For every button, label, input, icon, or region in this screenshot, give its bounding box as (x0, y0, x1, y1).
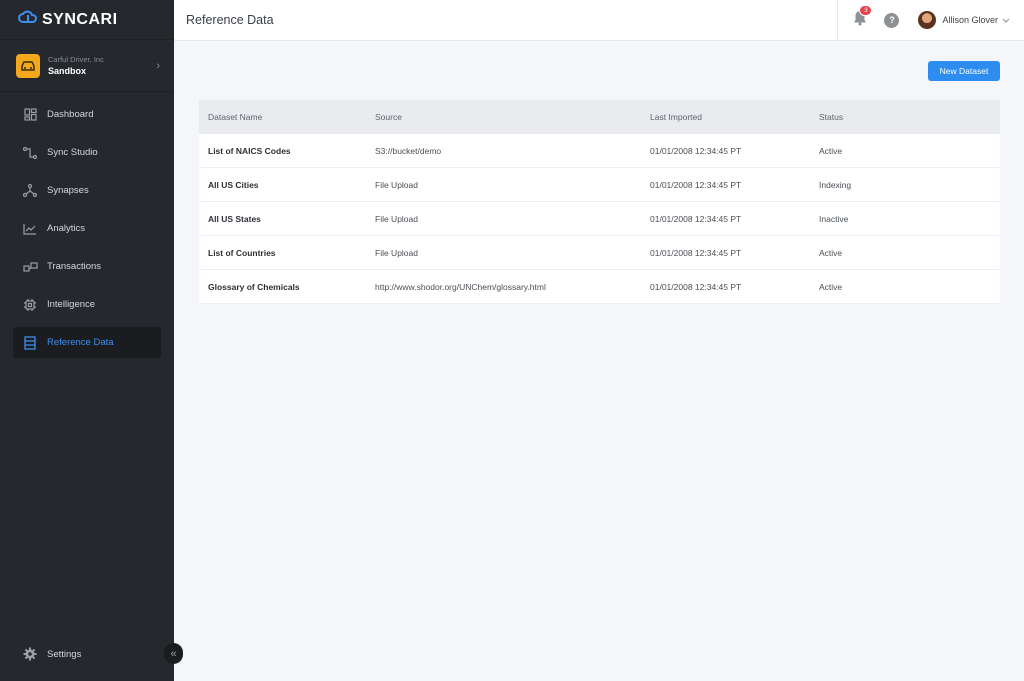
dataset-source: File Upload (375, 179, 418, 190)
status: Active (819, 145, 843, 156)
column-header[interactable]: Status (819, 112, 1000, 122)
table-row[interactable]: Glossary of Chemicals http://www.shodor.… (199, 270, 1000, 304)
last-imported: 01/01/2008 12:34:45 PT (650, 145, 742, 156)
new-dataset-button[interactable]: New Dataset (928, 61, 1000, 81)
dataset-name[interactable]: List of NAICS Codes (199, 146, 375, 156)
last-imported: 01/01/2008 12:34:45 PT (650, 179, 742, 190)
sidebar-item-settings[interactable]: Settings (13, 641, 161, 667)
sidebar-item-transactions[interactable]: Transactions (13, 251, 161, 282)
org-environment: Sandbox (48, 66, 87, 76)
sidebar-item-label: Sync Studio (47, 147, 98, 158)
collapse-sidebar-button[interactable]: « (164, 643, 183, 664)
user-name: Allison Glover (942, 15, 998, 25)
dataset-source: http://www.shodor.org/UNChem/glossary.ht… (375, 281, 546, 292)
logo[interactable]: SYNCARI (0, 0, 174, 40)
gear-icon (22, 646, 38, 662)
synapses-icon (22, 183, 38, 199)
dataset-name[interactable]: Glossary of Chemicals (199, 282, 375, 292)
sidebar-item-label: Analytics (47, 223, 86, 234)
last-imported: 01/01/2008 12:34:45 PT (650, 281, 742, 292)
sidebar-nav: Dashboard Sync Studio Synapses Analytics… (0, 92, 174, 358)
transactions-icon (22, 259, 38, 275)
page-title: Reference Data (186, 13, 274, 27)
status: Active (819, 281, 843, 292)
sidebar-item-label: Reference Data (47, 337, 114, 348)
sidebar: SYNCARI Carful Driver, Inc Sandbox › Das… (0, 0, 174, 681)
double-chevron-left-icon: « (170, 647, 177, 660)
sidebar-item-intelligence[interactable]: Intelligence (13, 289, 161, 320)
notifications-button[interactable]: 3 (850, 5, 873, 30)
brand-name: SYNCARI (42, 10, 118, 28)
column-header[interactable]: Last Imported (650, 112, 819, 122)
car-icon (16, 53, 40, 78)
divider (837, 0, 839, 41)
sidebar-item-synapses[interactable]: Synapses (13, 175, 161, 206)
status: Inactive (819, 213, 849, 224)
sync-studio-icon (22, 145, 38, 161)
notification-badge: 3 (859, 5, 873, 16)
column-header[interactable]: Dataset Name (199, 112, 375, 122)
dataset-source: File Upload (375, 213, 418, 224)
chevron-right-icon: › (156, 59, 160, 72)
table-row[interactable]: List of NAICS Codes S3://bucket/demo 01/… (199, 134, 1000, 168)
cloud-logo-icon (18, 10, 38, 29)
reference-data-table: Dataset Name Source Last Imported Status… (199, 100, 1000, 304)
top-bar: Reference Data 3 ? Allison Glover (174, 0, 1024, 41)
user-menu[interactable]: Allison Glover (918, 11, 1010, 29)
dataset-source: S3://bucket/demo (375, 145, 442, 156)
sidebar-item-reference-data[interactable]: Reference Data (13, 327, 161, 358)
intelligence-icon (22, 297, 38, 313)
dataset-source: File Upload (375, 247, 418, 258)
status: Active (819, 247, 843, 258)
table-row[interactable]: All US States File Upload 01/01/2008 12:… (199, 202, 1000, 236)
dataset-name[interactable]: All US Cities (199, 180, 375, 190)
sidebar-item-analytics[interactable]: Analytics (13, 213, 161, 244)
last-imported: 01/01/2008 12:34:45 PT (650, 213, 742, 224)
dataset-name[interactable]: List of Countries (199, 248, 375, 258)
analytics-icon (22, 221, 38, 237)
table-row[interactable]: List of Countries File Upload 01/01/2008… (199, 236, 1000, 270)
avatar (918, 11, 937, 29)
dataset-name[interactable]: All US States (199, 214, 375, 224)
sidebar-item-label: Transactions (47, 261, 102, 272)
dashboard-icon (22, 107, 38, 123)
chevron-down-icon (1002, 16, 1010, 25)
reference-data-icon (22, 335, 38, 351)
sidebar-item-dashboard[interactable]: Dashboard (13, 99, 161, 130)
org-switcher[interactable]: Carful Driver, Inc Sandbox › (0, 40, 174, 92)
table-row[interactable]: All US Cities File Upload 01/01/2008 12:… (199, 168, 1000, 202)
sidebar-item-label: Intelligence (47, 299, 96, 310)
sidebar-item-sync-studio[interactable]: Sync Studio (13, 137, 161, 168)
column-header[interactable]: Source (375, 112, 650, 122)
table-header: Dataset Name Source Last Imported Status (199, 100, 1000, 134)
help-button[interactable]: ? (884, 12, 900, 28)
status: Indexing (819, 179, 852, 190)
last-imported: 01/01/2008 12:34:45 PT (650, 247, 742, 258)
sidebar-item-label: Dashboard (47, 109, 94, 120)
sidebar-item-label: Synapses (47, 185, 89, 196)
org-company: Carful Driver, Inc (48, 55, 104, 64)
settings-label: Settings (47, 648, 82, 660)
